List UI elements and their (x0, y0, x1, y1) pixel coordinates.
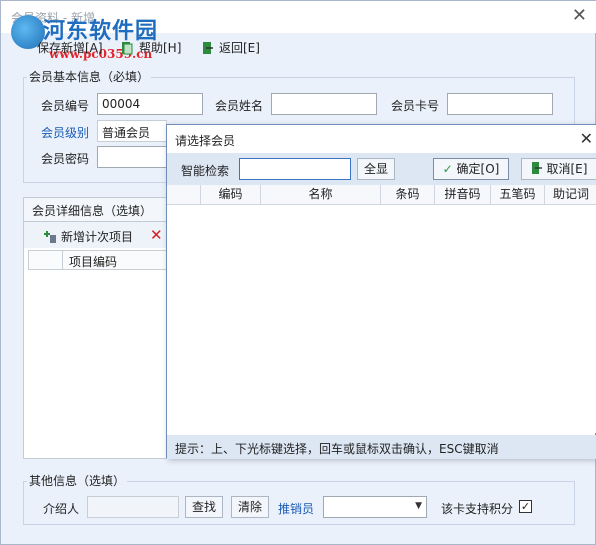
smart-search-input[interactable] (239, 158, 351, 180)
exit-icon (203, 41, 213, 54)
check-icon: ✓ (442, 162, 453, 176)
cancel-button[interactable]: 取消[E] (521, 158, 596, 180)
smart-search-label: 智能检索 (181, 164, 230, 178)
tab-member-detail-label: 会员详细信息（选填） (32, 204, 153, 218)
delete-icon[interactable]: ✕ (150, 226, 163, 244)
card-no-input[interactable] (447, 93, 553, 115)
col-item-code[interactable]: 项目编码 (69, 253, 117, 270)
exit-icon (531, 162, 542, 174)
dialog-title-bar: 请选择会员 ✕ (167, 125, 596, 153)
add-item-icon (44, 230, 56, 243)
chevron-down-icon: ▼ (415, 501, 422, 511)
find-button[interactable]: 查找 (185, 496, 223, 518)
col-wubi[interactable]: 五笔码 (491, 185, 545, 205)
save-add-label: 保存新增[A] (37, 41, 103, 55)
member-grid-body[interactable] (167, 205, 596, 433)
col-name[interactable]: 名称 (261, 185, 381, 205)
dialog-title: 请选择会员 (175, 134, 236, 148)
other-info-title: 其他信息（选填） (27, 472, 128, 489)
cancel-label: 取消[E] (546, 162, 588, 176)
referrer-input[interactable] (87, 496, 179, 518)
clear-button[interactable]: 清除 (231, 496, 269, 518)
tab-member-detail[interactable]: 会员详细信息（选填） (23, 197, 173, 221)
help-icon (122, 41, 133, 54)
dialog-search-bar: 智能检索 全显 ✓ 确定[O] 取消[E] (167, 153, 596, 185)
member-no-label: 会员编号 (41, 99, 90, 113)
basic-info-title: 会员基本信息（必填） (27, 68, 152, 85)
add-count-item-button[interactable]: 新增计次项目 (42, 228, 133, 245)
select-member-dialog: 请选择会员 ✕ 智能检索 全显 ✓ 确定[O] 取消[E] 编码 名称 条码 拼… (166, 124, 596, 459)
dialog-status-hint: 提示：上、下光标键选择，回车或鼠标双击确认，ESC键取消 (167, 435, 596, 459)
show-all-button[interactable]: 全显 (357, 158, 395, 180)
member-detail-panel: 新增计次项目 ✕ 项目编码 (23, 221, 171, 459)
toolbar: 保存新增[A] 帮助[H] 返回[E] (1, 33, 596, 61)
points-label: 该卡支持积分 (441, 502, 514, 516)
card-no-label: 会员卡号 (391, 99, 440, 113)
referrer-label: 介绍人 (43, 502, 80, 516)
row-indicator-header (29, 251, 63, 269)
save-add-button[interactable]: 保存新增[A] (37, 39, 103, 56)
promoter-label[interactable]: 推销员 (278, 500, 314, 517)
back-label: 返回[E] (219, 41, 260, 55)
help-label: 帮助[H] (139, 41, 182, 55)
col-mnemonic[interactable]: 助记词 (545, 185, 596, 205)
member-no-input[interactable]: 00004 (97, 93, 203, 115)
member-level-label[interactable]: 会员级别 (41, 124, 89, 141)
promoter-select[interactable]: ▼ (323, 496, 427, 518)
help-button[interactable]: 帮助[H] (121, 39, 181, 56)
col-barcode[interactable]: 条码 (381, 185, 435, 205)
col-code[interactable]: 编码 (201, 185, 261, 205)
points-checkbox[interactable]: ✓ (519, 500, 532, 513)
row-indicator-header (167, 185, 201, 205)
member-name-label: 会员姓名 (215, 99, 264, 113)
back-button[interactable]: 返回[E] (201, 39, 260, 56)
ok-button[interactable]: ✓ 确定[O] (433, 158, 509, 180)
dialog-close-icon[interactable]: ✕ (580, 129, 593, 148)
detail-toolbar: 新增计次项目 ✕ (24, 222, 170, 248)
member-grid-header: 编码 名称 条码 拼音码 五笔码 助记词 (167, 185, 596, 205)
ok-label: 确定[O] (456, 162, 500, 176)
detail-grid-header: 项目编码 (28, 250, 168, 270)
member-name-input[interactable] (271, 93, 377, 115)
password-input[interactable] (97, 146, 167, 168)
add-count-item-label: 新增计次项目 (61, 230, 134, 244)
close-icon[interactable]: ✕ (572, 5, 587, 26)
col-pinyin[interactable]: 拼音码 (435, 185, 491, 205)
member-level-select[interactable]: 普通会员 (97, 120, 167, 142)
password-label: 会员密码 (41, 152, 90, 166)
